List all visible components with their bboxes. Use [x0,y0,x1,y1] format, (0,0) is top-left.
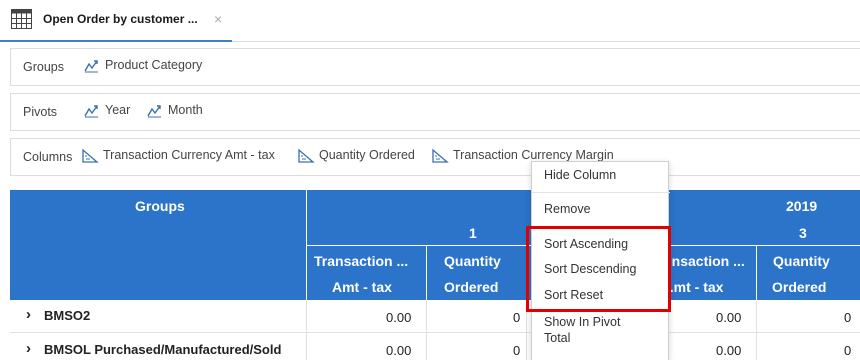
menu-item-remove[interactable]: Remove [544,202,591,216]
groups-header[interactable]: Groups [135,198,185,214]
year-header[interactable]: 2019 [786,198,817,214]
dimension-icon [84,105,98,118]
groups-row: Groups Product Category [10,48,860,86]
row-value: 0 [513,343,521,358]
dimension-icon [147,105,161,118]
dimension-icon [84,60,98,73]
tab-title: Open Order by customer ... [43,12,198,26]
column-header: ...mt - tax [662,279,724,295]
column-divider [756,300,757,360]
menu-item-hide-column[interactable]: Hide Column [544,168,616,182]
column-chip-label: Transaction Currency Margin [453,148,614,162]
header-divider [756,245,757,300]
column-header[interactable]: Quantity [773,253,830,269]
groups-label: Groups [23,60,64,74]
tab-open-order[interactable]: Open Order by customer ... × [0,0,232,42]
header-divider [426,245,427,300]
row-value: 0.00 [386,310,412,325]
row-label: BMSOL Purchased/Manufactured/Sold [44,342,282,357]
pivots-row: Pivots Year Month [10,93,860,131]
column-chip-label: Transaction Currency Amt - tax [103,148,275,162]
pivot-chip-label: Month [168,103,203,117]
measure-icon [82,148,99,163]
pivots-label: Pivots [23,105,58,119]
column-header[interactable]: Transaction ... [314,253,408,269]
measure-icon [298,148,315,163]
month-header[interactable]: 3 [799,225,807,241]
grid-icon [11,9,32,29]
tab-bar: Open Order by customer ... × [0,0,860,42]
row-value: 0.00 [716,310,742,325]
row-value: 0 [844,310,852,325]
columns-row: Columns Transaction Currency Amt - tax Q… [10,138,860,176]
column-header: Ordered [444,279,499,295]
chevron-right-icon[interactable]: › [26,340,31,357]
row-value: 0 [513,310,521,325]
column-chip-label: Quantity Ordered [319,148,415,162]
column-header[interactable]: Quantity [444,253,501,269]
chevron-right-icon[interactable]: › [26,306,31,323]
sort-options-highlight [526,226,671,312]
group-chip-label: Product Category [105,58,203,72]
close-icon[interactable]: × [214,12,222,26]
column-header: Amt - tax [332,279,392,295]
menu-divider [532,192,670,193]
measure-icon [432,148,449,163]
menu-item-show-in-pivot-total[interactable]: Show In Pivot Total [544,314,634,346]
pivot-table: Groups 2019 1 3 Transaction ... Amt - ta… [10,190,860,360]
month-header[interactable]: 1 [469,225,477,241]
row-value: 0.00 [386,343,412,358]
pivot-chip-label: Year [105,103,131,117]
columns-label: Columns [23,150,73,164]
column-header: Ordered [772,279,827,295]
row-value: 0 [844,343,852,358]
column-divider [426,300,427,360]
column-divider [306,300,307,360]
row-label: BMSO2 [44,308,91,323]
row-divider [10,332,860,333]
row-value: 0.00 [716,343,742,358]
column-header[interactable]: ...nsaction ... [660,253,745,269]
